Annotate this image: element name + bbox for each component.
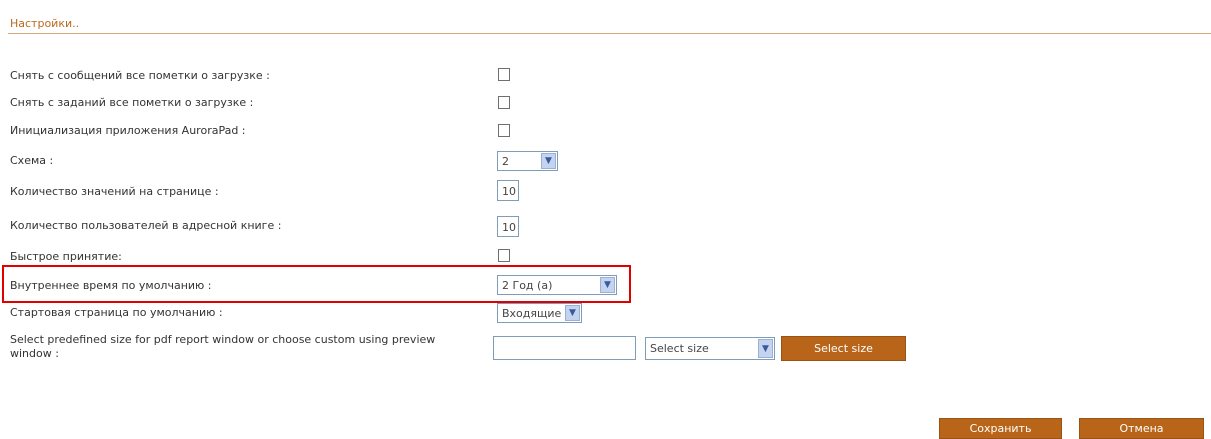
per-page-label: Количество значений на странице : <box>10 185 219 198</box>
per-page-value: 10 <box>502 185 516 198</box>
cancel-button[interactable]: Отмена <box>1079 418 1204 439</box>
init-app-checkbox[interactable] <box>498 124 510 137</box>
scheme-select[interactable]: 2 ▼ <box>497 151 558 171</box>
internal-time-label: Внутреннее время по умолчанию : <box>10 279 212 292</box>
address-book-label: Количество пользователей в адресной книг… <box>10 219 282 232</box>
quick-accept-checkbox[interactable] <box>498 249 510 262</box>
clear-messages-checkbox[interactable] <box>498 68 510 81</box>
scheme-label: Схема : <box>10 154 54 167</box>
clear-tasks-label: Снять с заданий все пометки о загрузке : <box>10 96 254 109</box>
quick-accept-label: Быстрое принятие: <box>10 250 122 263</box>
per-page-input[interactable]: 10 <box>497 180 519 201</box>
chevron-down-icon: ▼ <box>600 277 615 293</box>
save-button[interactable]: Сохранить <box>939 418 1062 439</box>
address-book-value: 10 <box>502 221 516 234</box>
clear-messages-label: Снять с сообщений все пометки о загрузке… <box>10 69 270 82</box>
start-page-label: Стартовая страница по умолчанию : <box>10 306 223 319</box>
chevron-down-icon: ▼ <box>565 305 580 321</box>
page-title: Настройки.. <box>10 17 80 30</box>
init-app-label: Инициализация приложения AuroraPad : <box>10 124 246 137</box>
chevron-down-icon: ▼ <box>758 339 773 358</box>
title-divider <box>8 33 1211 34</box>
internal-time-select[interactable]: 2 Год (а) ▼ <box>497 275 617 295</box>
pdf-custom-size-input[interactable] <box>493 336 636 360</box>
pdf-size-label-line2: window : <box>10 347 59 360</box>
address-book-input[interactable]: 10 <box>497 216 519 237</box>
chevron-down-icon: ▼ <box>541 153 556 169</box>
internal-time-value: 2 Год (а) <box>502 279 553 292</box>
pdf-size-select-value: Select size <box>650 342 709 355</box>
scheme-value: 2 <box>502 155 509 168</box>
pdf-size-label-line1: Select predefined size for pdf report wi… <box>10 333 436 346</box>
pdf-size-select[interactable]: Select size ▼ <box>645 337 775 360</box>
start-page-select[interactable]: Входящие ▼ <box>497 303 582 323</box>
clear-tasks-checkbox[interactable] <box>498 96 510 109</box>
select-size-button[interactable]: Select size <box>781 336 906 361</box>
start-page-value: Входящие <box>502 307 562 320</box>
